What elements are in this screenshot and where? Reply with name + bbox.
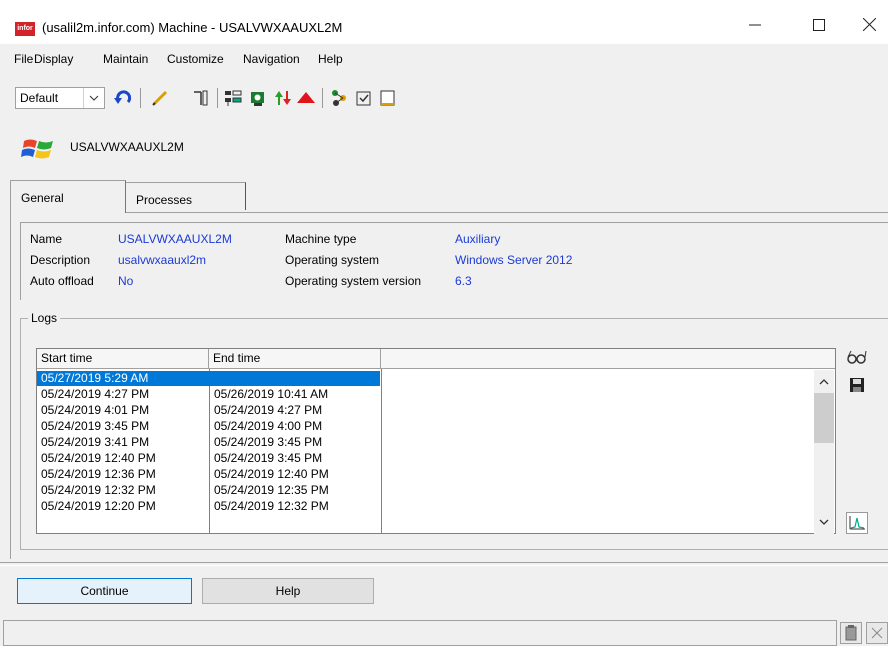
log-row[interactable]: 05/24/2019 4:27 PM 05/26/2019 10:41 AM	[37, 387, 817, 402]
log-start: 05/27/2019 5:29 AM	[37, 371, 380, 386]
scroll-down-icon[interactable]	[814, 512, 834, 532]
chevron-down-icon	[83, 88, 104, 108]
toolbar-separator	[140, 88, 141, 108]
clipboard-icon[interactable]	[840, 622, 862, 644]
description-label: Description	[30, 253, 91, 267]
auto-offload-label: Auto offload	[30, 274, 94, 288]
log-end: 05/24/2019 12:40 PM	[214, 467, 329, 481]
transfer-icon[interactable]	[273, 88, 293, 108]
log-row[interactable]: 05/24/2019 4:01 PM 05/24/2019 4:27 PM	[37, 403, 817, 418]
help-button[interactable]: Help	[202, 578, 374, 604]
up-triangle-icon[interactable]	[296, 88, 316, 108]
menu-help[interactable]: Help	[318, 52, 343, 66]
tab-general[interactable]: General	[10, 180, 126, 213]
log-start: 05/24/2019 12:20 PM	[41, 499, 156, 513]
menu-customize[interactable]: Customize	[167, 52, 224, 66]
machine-name: USALVWXAAUXL2M	[70, 140, 184, 154]
view-glasses-icon[interactable]	[846, 346, 868, 368]
os-version-label: Operating system version	[285, 274, 422, 288]
log-start: 05/24/2019 12:32 PM	[41, 483, 156, 497]
log-start: 05/24/2019 3:45 PM	[41, 419, 150, 433]
log-start: 05/24/2019 12:36 PM	[41, 467, 156, 481]
infor-logo-icon: infor	[15, 22, 35, 36]
status-bar	[3, 620, 837, 646]
maximize-button[interactable]	[796, 10, 842, 44]
close-status-icon[interactable]	[866, 622, 888, 644]
close-button[interactable]	[846, 10, 888, 44]
log-end: 05/24/2019 3:45 PM	[214, 435, 323, 449]
log-row[interactable]: 05/24/2019 12:32 PM 05/24/2019 12:35 PM	[37, 483, 817, 498]
column-header-end-time[interactable]: End time	[209, 349, 381, 369]
sync-icon[interactable]	[248, 88, 268, 108]
log-row[interactable]: 05/24/2019 12:36 PM 05/24/2019 12:40 PM	[37, 467, 817, 482]
log-end: 05/24/2019 4:00 PM	[214, 419, 323, 433]
log-row[interactable]: 05/24/2019 3:45 PM 05/24/2019 4:00 PM	[37, 419, 817, 434]
chart-icon[interactable]	[846, 512, 868, 534]
os-label: Operating system	[285, 253, 380, 267]
menu-display[interactable]: Display	[34, 52, 73, 66]
log-start: 05/24/2019 3:41 PM	[41, 435, 150, 449]
tab-processes-label: Processes	[136, 193, 193, 207]
check-icon[interactable]	[354, 88, 374, 108]
filter-icon[interactable]	[190, 88, 210, 108]
general-info-box: Name USALVWXAAUXL2M Description usalvwxa…	[20, 222, 888, 300]
view-select-value: Default	[20, 91, 59, 105]
scroll-up-icon[interactable]	[814, 372, 834, 392]
log-start: 05/24/2019 4:27 PM	[41, 387, 150, 401]
machine-type-value: Auxiliary	[455, 232, 501, 246]
windows-logo-icon	[20, 135, 58, 159]
log-end: 05/26/2019 10:41 AM	[214, 387, 329, 401]
maximize-icon	[813, 19, 825, 31]
edit-icon[interactable]	[150, 88, 170, 108]
menu-navigation[interactable]: Navigation	[243, 52, 300, 66]
column-header-start-time[interactable]: Start time	[37, 349, 209, 369]
tree-icon[interactable]	[223, 88, 243, 108]
os-value: Windows Server 2012	[455, 253, 573, 267]
menu-bar: File Display Maintain Customize Navigati…	[0, 48, 888, 68]
continue-button[interactable]: Continue	[17, 578, 192, 604]
refresh-icon[interactable]	[113, 88, 133, 108]
log-end: 05/24/2019 4:27 PM	[214, 403, 323, 417]
connect-icon[interactable]	[330, 88, 350, 108]
toolbar-separator	[217, 88, 218, 108]
window-title: (usalil2m.infor.com) Machine - USALVWXAA…	[42, 20, 343, 35]
log-end: 05/24/2019 12:32 PM	[214, 499, 329, 513]
minimize-button[interactable]	[732, 10, 778, 44]
column-header-empty	[381, 349, 835, 369]
log-row[interactable]: 05/24/2019 12:40 PM 05/24/2019 3:45 PM	[37, 451, 817, 466]
divider	[0, 562, 888, 566]
log-start: 05/24/2019 4:01 PM	[41, 403, 150, 417]
log-end: 05/24/2019 12:35 PM	[214, 483, 329, 497]
menu-file[interactable]: File	[14, 52, 33, 66]
logs-list[interactable]: Start time End time 05/27/2019 5:29 AM 0…	[36, 348, 836, 534]
toolbar-separator	[322, 88, 323, 108]
view-select[interactable]: Default	[15, 87, 105, 109]
os-version-value: 6.3	[455, 274, 472, 288]
log-row[interactable]: 05/24/2019 12:20 PM 05/24/2019 12:32 PM	[37, 499, 817, 514]
name-label: Name	[30, 232, 63, 246]
logs-group-label: Logs	[28, 311, 61, 325]
description-value: usalvwxaauxl2m	[118, 253, 207, 267]
auto-offload-value: No	[118, 274, 134, 288]
name-value: USALVWXAAUXL2M	[118, 232, 232, 246]
blank-doc-icon[interactable]	[378, 88, 398, 108]
log-row[interactable]: 05/24/2019 3:41 PM 05/24/2019 3:45 PM	[37, 435, 817, 450]
scrollbar-thumb[interactable]	[814, 393, 834, 443]
close-icon	[862, 17, 876, 32]
save-icon[interactable]	[846, 374, 868, 396]
log-start: 05/24/2019 12:40 PM	[41, 451, 156, 465]
log-row[interactable]: 05/27/2019 5:29 AM	[37, 371, 817, 386]
tab-processes[interactable]: Processes	[126, 182, 246, 210]
tab-general-label: General	[21, 191, 64, 205]
log-end: 05/24/2019 3:45 PM	[214, 451, 323, 465]
menu-maintain[interactable]: Maintain	[103, 52, 148, 66]
machine-type-label: Machine type	[285, 232, 357, 246]
minimize-icon	[749, 24, 761, 26]
